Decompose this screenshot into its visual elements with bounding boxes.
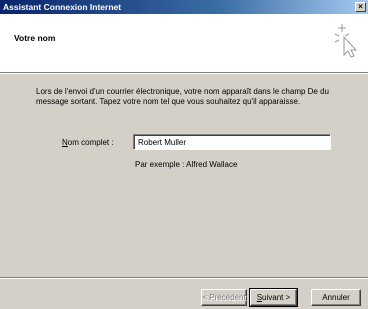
header-separator: [0, 73, 368, 74]
next-button[interactable]: Suivant >: [249, 288, 298, 307]
wizard-window: Assistant Connexion Internet × Votre nom…: [0, 0, 368, 309]
window-title: Assistant Connexion Internet: [3, 2, 122, 12]
wizard-sparkle-icon: [334, 24, 358, 58]
description-text: Lors de l'envoi d'un courrier électroniq…: [36, 87, 329, 106]
wizard-header: Votre nom: [0, 14, 368, 73]
back-button[interactable]: < Précédent: [201, 289, 247, 306]
full-name-label: Nom complet :: [62, 138, 114, 147]
cancel-button[interactable]: Annuler: [311, 289, 361, 306]
example-text: Par exemple : Alfred Wallace: [135, 160, 238, 169]
page-title: Votre nom: [14, 33, 56, 43]
close-icon: ×: [358, 2, 363, 11]
full-name-input[interactable]: [133, 134, 331, 150]
close-button[interactable]: ×: [355, 2, 366, 12]
title-bar[interactable]: Assistant Connexion Internet ×: [0, 0, 368, 14]
